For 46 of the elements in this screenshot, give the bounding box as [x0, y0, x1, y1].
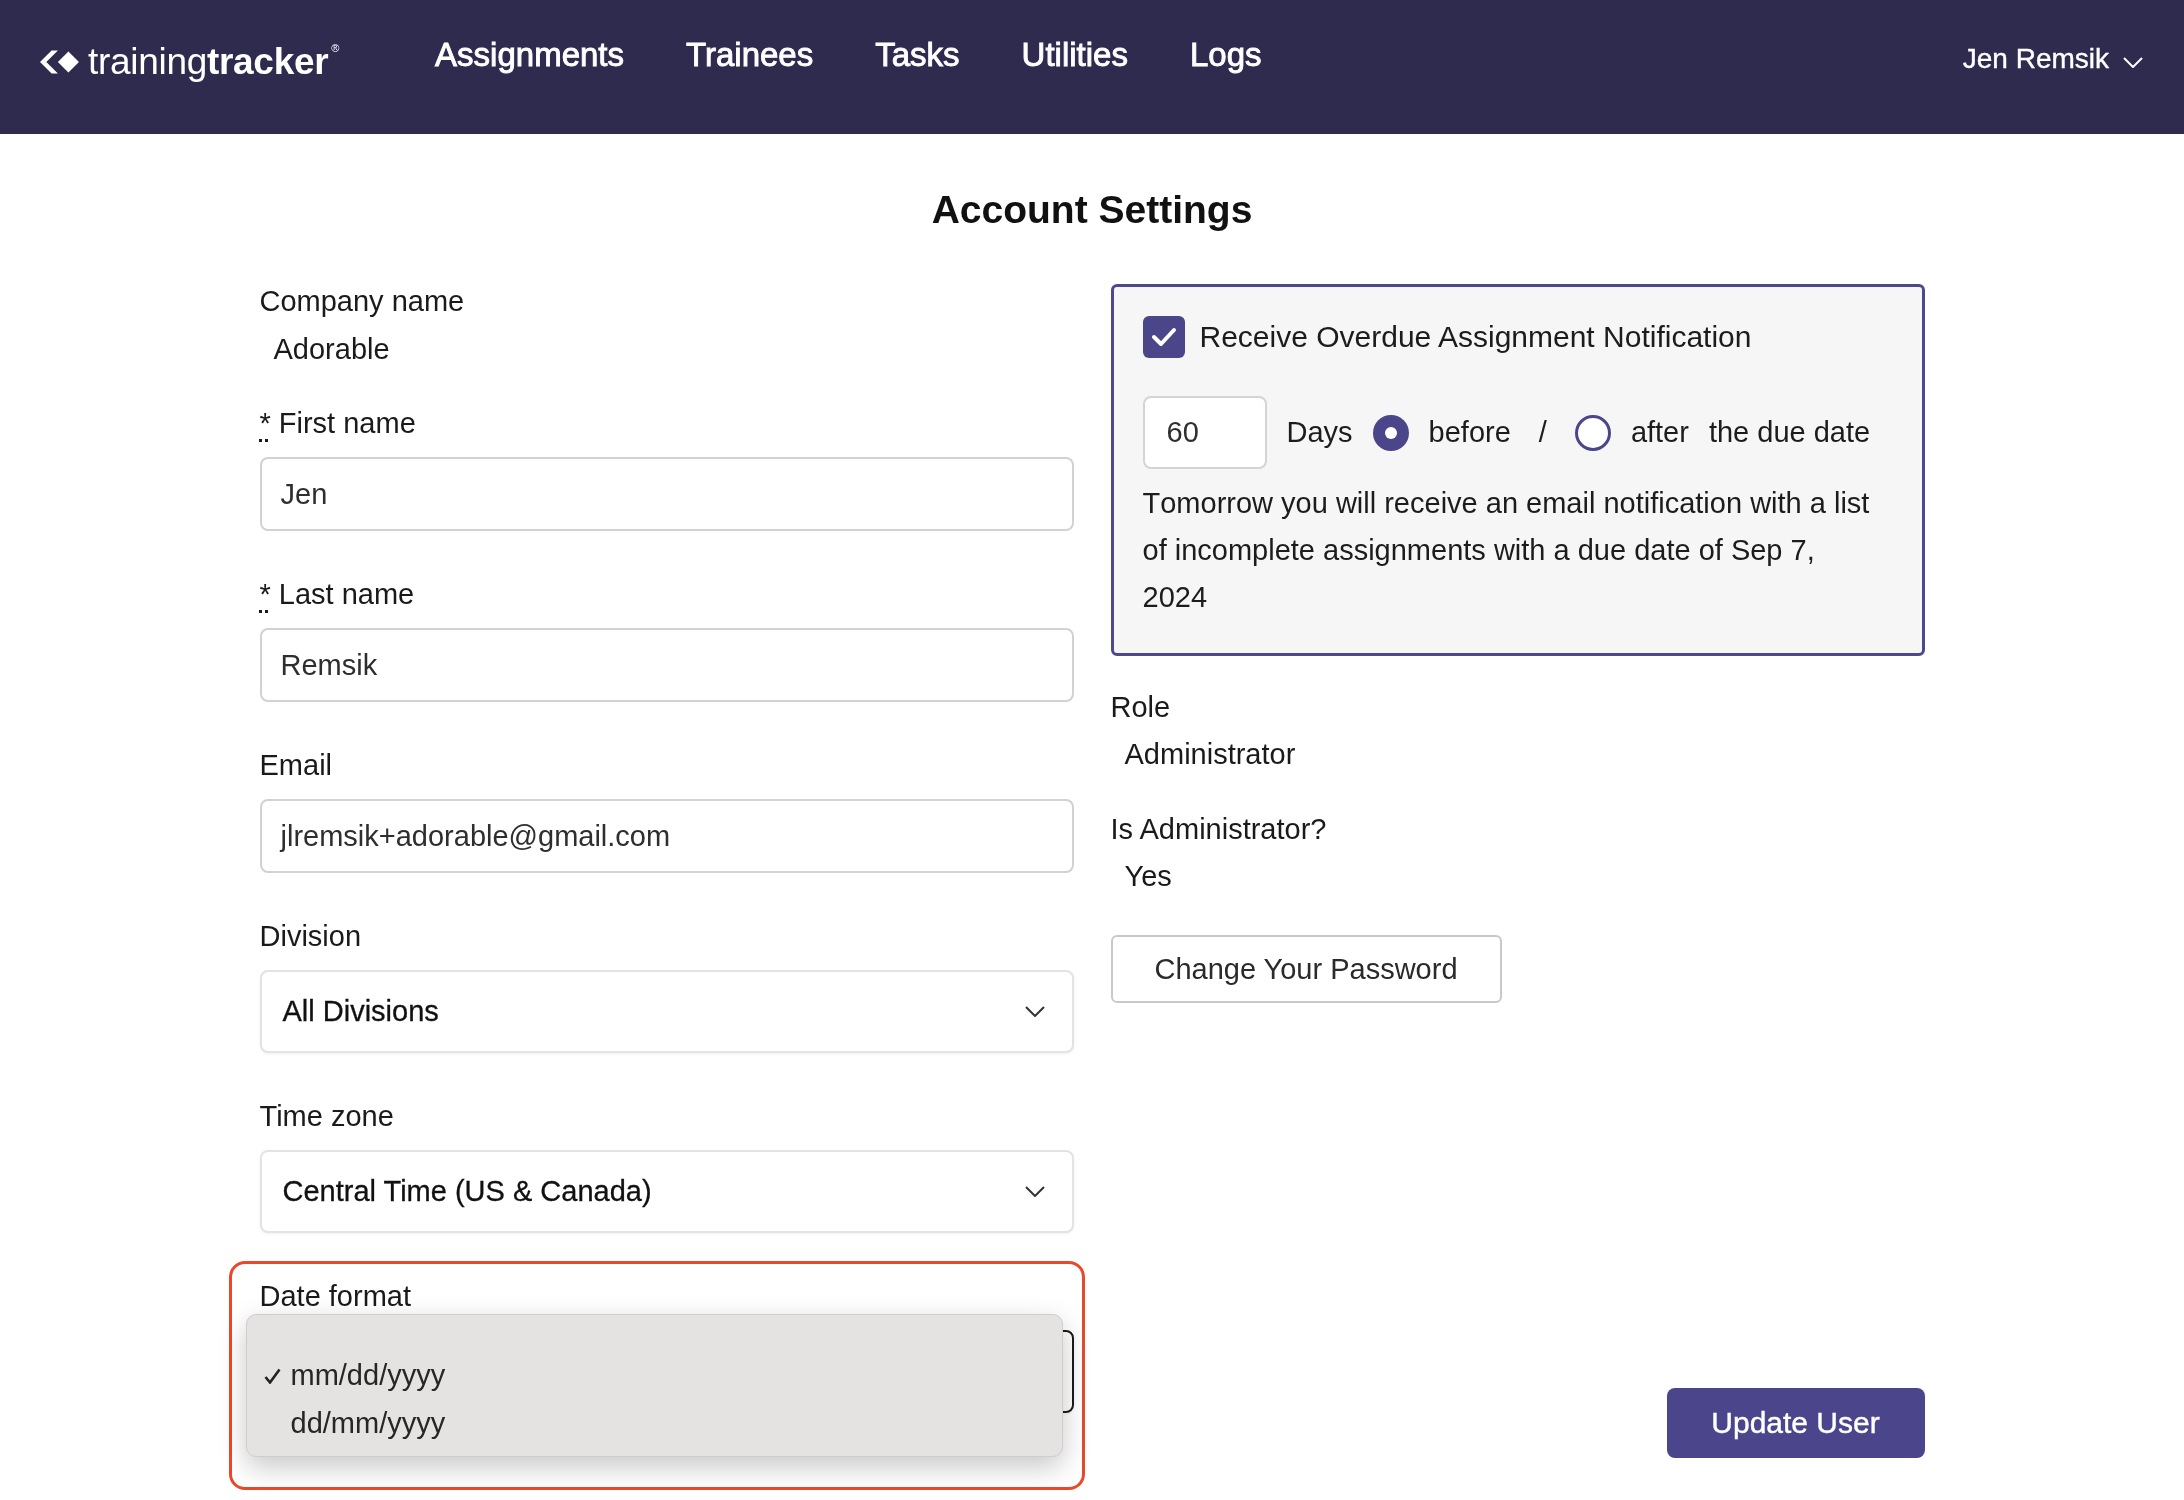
checkbox-label: Receive Overdue Assignment Notification: [1199, 319, 1752, 355]
required-mark: *: [259, 406, 271, 441]
menu-option[interactable]: mm/dd/yyyy: [263, 1352, 446, 1400]
field-label: Email: [259, 748, 332, 783]
radio-button[interactable]: [1372, 414, 1409, 451]
select-field[interactable]: Central Time (US & Canada): [259, 1150, 1074, 1233]
field-label: Division: [259, 919, 362, 954]
menu-option[interactable]: dd/mm/yyyy: [263, 1399, 446, 1447]
update-user-button[interactable]: Update User: [1666, 1388, 1925, 1458]
field-value: Adorable: [272, 332, 391, 367]
nav-link[interactable]: Utilities: [1021, 35, 1128, 77]
user-menu-button[interactable]: Jen Remsik: [1962, 42, 2143, 76]
days-label: Days: [1286, 415, 1353, 450]
nav-link[interactable]: Logs: [1189, 35, 1262, 77]
separator-text: /: [1538, 415, 1547, 450]
change-password-button[interactable]: Change Your Password: [1110, 935, 1502, 1003]
field-label: Company name: [259, 284, 466, 319]
text-input[interactable]: Remsik: [259, 628, 1074, 702]
select-field[interactable]: All Divisions: [259, 970, 1074, 1053]
nav-link[interactable]: Assignments: [435, 35, 625, 77]
field-label: Time zone: [259, 1099, 394, 1134]
notification-message: Tomorrow you will receive an email notification with a list of incomplete assignments with a due date of Sep 7, 2024: [1142, 486, 1871, 615]
radio-button[interactable]: [1574, 414, 1611, 451]
radio-label: before: [1428, 415, 1511, 450]
nav-link[interactable]: Tasks: [875, 35, 960, 77]
radio-label: after: [1630, 415, 1689, 450]
required-mark: *: [259, 577, 271, 612]
field-label: Role: [1110, 690, 1172, 725]
field-label: Date format: [259, 1279, 411, 1314]
field-value: Administrator: [1123, 737, 1296, 772]
text-input[interactable]: jlremsik+adorable@gmail.com: [259, 799, 1074, 873]
chevron-down-icon: [1024, 1006, 1045, 1017]
field-label: Last name: [278, 577, 415, 612]
checkbox[interactable]: [1142, 316, 1185, 358]
field-label: Is Administrator?: [1110, 812, 1327, 847]
days-suffix: the due date: [1708, 415, 1871, 450]
field-label: First name: [278, 406, 416, 441]
chevron-down-icon: [1024, 1186, 1045, 1197]
days-input[interactable]: 60: [1142, 396, 1267, 469]
chevron-down-icon: [2123, 56, 2143, 68]
text-input[interactable]: Jen: [259, 457, 1074, 531]
logo-icon: [40, 49, 80, 75]
nav-link[interactable]: Trainees: [686, 35, 814, 77]
logo-text: trainingtracker$^{®}$: [88, 41, 340, 83]
page-title: Account Settings: [930, 187, 1254, 233]
field-value: Yes: [1123, 859, 1173, 894]
